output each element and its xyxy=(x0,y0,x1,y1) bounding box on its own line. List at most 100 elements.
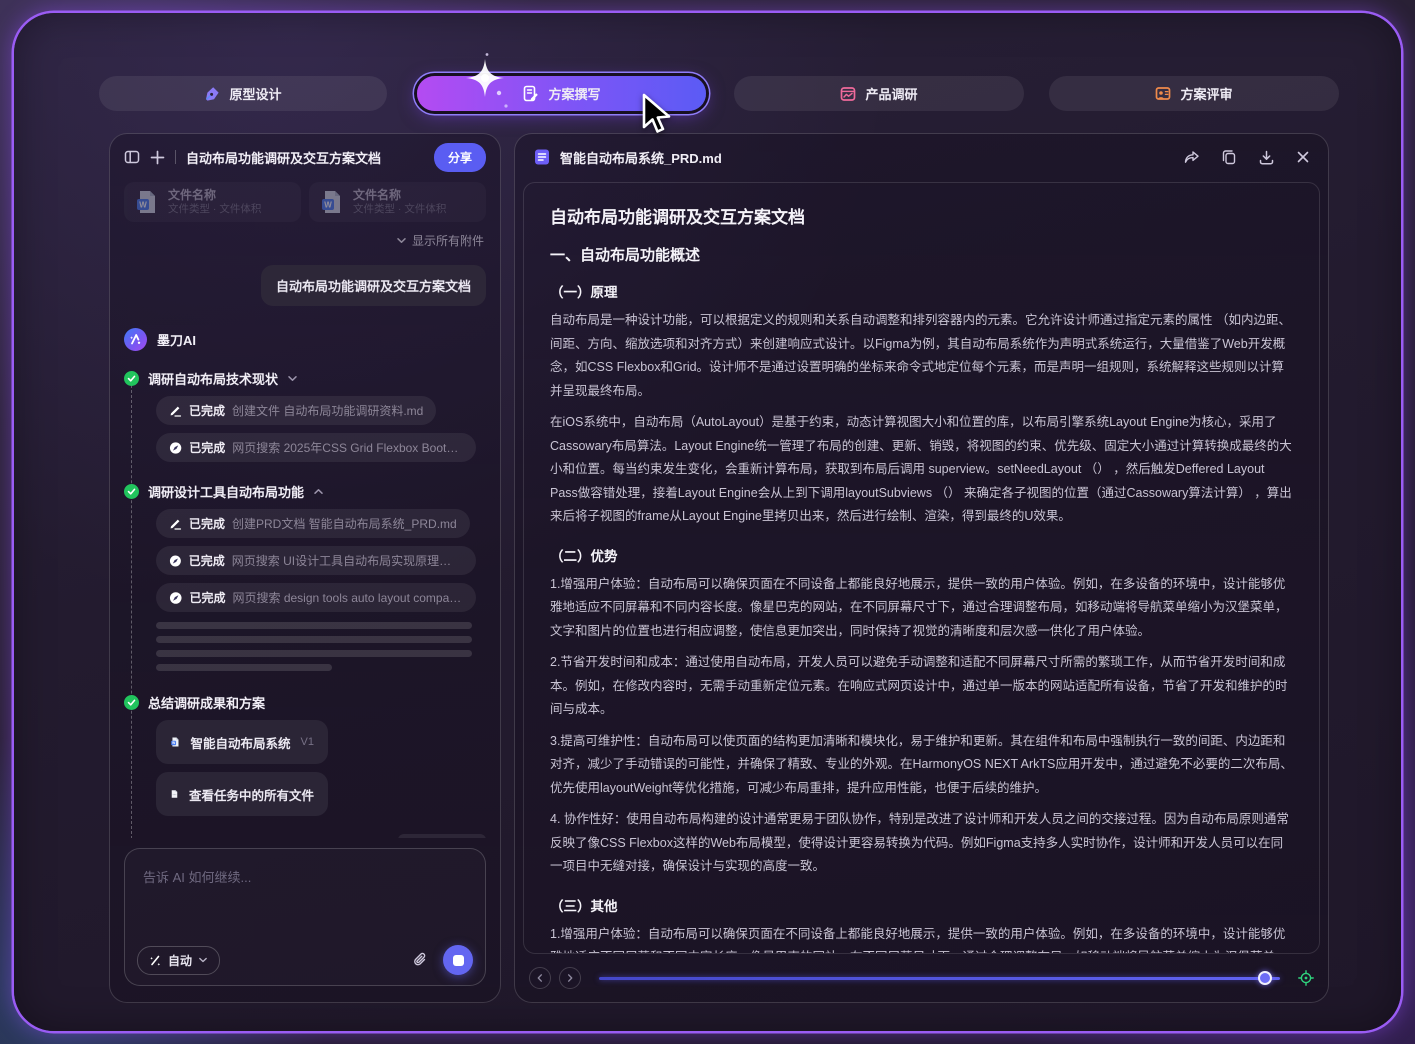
task-text: 创建PRD文档 智能自动布局系统_PRD.md xyxy=(232,517,457,531)
new-chat-icon[interactable] xyxy=(150,150,165,165)
tab-label: 原型设计 xyxy=(229,87,282,102)
tab-plan-review[interactable]: 方案评审 xyxy=(1049,76,1339,111)
task-text: 网页搜索 2025年CSS Grid Flexbox Bootstra... xyxy=(232,441,463,455)
task-group-title: 调研自动布局技术现状 xyxy=(148,372,279,387)
attachment-card[interactable]: W 文件名称 文件类型 · 文件体积 xyxy=(124,182,301,222)
document-panel: 智能自动布局系统_PRD.md 自动布局功能调研及交互方案文档 一、自动布局功能… xyxy=(514,133,1329,1003)
tab-plan-writing[interactable]: 方案撰写 xyxy=(417,76,706,111)
doc-heading-3: （三）其他 xyxy=(550,898,618,914)
word-doc-icon: W xyxy=(171,737,179,747)
task-text: 网页搜索 UI设计工具自动布局实现原理交互模... xyxy=(231,554,463,568)
task-group-header[interactable]: 调研设计工具自动布局功能 xyxy=(124,482,486,501)
header-divider xyxy=(175,150,176,164)
document-footer xyxy=(515,962,1328,1002)
check-circle-icon xyxy=(124,371,139,386)
word-doc-icon: W xyxy=(137,191,155,213)
locate-target-button[interactable] xyxy=(1298,970,1314,986)
modao-ai-avatar xyxy=(124,328,147,351)
share-button[interactable]: 分享 xyxy=(433,142,486,172)
copy-icon xyxy=(1222,150,1236,165)
attachment-card[interactable]: W 文件名称 文件类型 · 文件体积 xyxy=(309,182,486,222)
doc-paragraph: 1.增强用户体验：自动布局可以确保页面在不同设备上都能良好地展示，提供一致的用户… xyxy=(550,576,1288,638)
doc-paragraph: 3.提高可维护性：自动布局可以使页面的结构更加清晰和模块化，易于维护和更新。其在… xyxy=(550,733,1293,795)
task-status: 已完成 xyxy=(189,591,226,605)
paperclip-icon xyxy=(414,952,426,965)
task-group-header[interactable]: 总结调研成果和方案 xyxy=(124,693,486,712)
task-status: 已完成 xyxy=(188,554,225,568)
svg-text:W: W xyxy=(139,201,147,210)
loading-skeleton-bar xyxy=(156,622,472,629)
sidebar-toggle-icon[interactable] xyxy=(124,149,140,165)
tab-product-research[interactable]: 产品调研 xyxy=(734,76,1024,111)
loading-skeleton-bar xyxy=(156,636,472,643)
slider-thumb[interactable] xyxy=(1258,971,1272,985)
slider-track xyxy=(599,976,1280,980)
chevron-down-icon[interactable] xyxy=(287,373,298,384)
prev-page-button[interactable] xyxy=(529,967,551,989)
chat-scroll-area[interactable]: W 文件名称 文件类型 · 文件体积 W 文件名称 文件类型 · 文件体积 显示… xyxy=(110,180,500,838)
stop-icon xyxy=(452,954,464,966)
chevron-down-icon xyxy=(397,238,406,243)
loading-skeleton-bar xyxy=(156,664,332,671)
document-scroll-slider[interactable] xyxy=(599,971,1280,985)
view-all-files-label: 查看任务中的所有文件 xyxy=(188,788,314,803)
close-document-button[interactable] xyxy=(1296,150,1310,164)
check-circle-icon xyxy=(124,695,139,710)
doc-heading-1: 自动布局功能调研及交互方案文档 xyxy=(550,208,805,227)
user-message-bubble: 自动布局功能调研及交互方案文档 xyxy=(260,265,486,306)
task-status: 已完成 xyxy=(189,404,226,418)
composer-input[interactable] xyxy=(137,859,473,945)
ai-generated-badge: 内容由 AI 生成 xyxy=(398,834,486,838)
doc-edit-icon xyxy=(524,85,539,102)
result-doc-card[interactable]: W 智能自动布局系统 V1 xyxy=(156,720,328,764)
task-status: 已完成 xyxy=(189,441,226,455)
attachment-row: W 文件名称 文件类型 · 文件体积 W 文件名称 文件类型 · 文件体积 xyxy=(124,182,486,222)
attachment-name: 文件名称 xyxy=(353,188,402,202)
task-item[interactable]: 已完成 网页搜索 2025年CSS Grid Flexbox Bootstra.… xyxy=(156,433,476,462)
view-all-files-card[interactable]: 查看任务中的所有文件 xyxy=(156,772,328,816)
task-item[interactable]: 已完成 网页搜索 design tools auto layout compar… xyxy=(156,583,476,612)
tab-label: 方案评审 xyxy=(1180,87,1233,102)
pencil-icon xyxy=(170,519,182,530)
close-icon xyxy=(1297,151,1309,163)
tab-prototype-design[interactable]: 原型设计 xyxy=(99,76,387,111)
word-doc-icon: W xyxy=(322,191,340,213)
task-item[interactable]: 已完成 创建文件 自动布局功能调研资料.md xyxy=(156,396,437,425)
doc-paragraph: 在iOS系统中，自动布局（AutoLayout）是基于约束，动态计算视图大小和位… xyxy=(550,415,1292,523)
mode-label: 自动 xyxy=(168,953,193,968)
files-icon xyxy=(171,790,178,798)
task-item[interactable]: 已完成 创建PRD文档 智能自动布局系统_PRD.md xyxy=(156,509,470,538)
doc-paragraph: 2.节省开发时间和成本：通过使用自动布局，开发人员可以避免手动调整和适配不同屏幕… xyxy=(550,655,1288,716)
mode-selector[interactable]: 自动 xyxy=(137,945,221,975)
loading-skeleton-bar xyxy=(156,650,472,657)
result-doc-label: 智能自动布局系统 xyxy=(190,736,291,751)
download-document-button[interactable] xyxy=(1258,149,1275,166)
attachment-meta: 文件类型 · 文件体积 xyxy=(168,203,262,215)
stop-generation-button[interactable] xyxy=(443,945,473,975)
app-window: 原型设计 方案撰写 产品调研 方案评审 自动布局功能调研及交互方案文档 分享 W… xyxy=(0,0,1415,1044)
app-frame: 原型设计 方案撰写 产品调研 方案评审 自动布局功能调研及交互方案文档 分享 W… xyxy=(14,13,1401,1031)
next-page-button[interactable] xyxy=(559,967,581,989)
task-item[interactable]: 已完成 网页搜索 UI设计工具自动布局实现原理交互模... xyxy=(156,546,476,575)
chat-panel: 自动布局功能调研及交互方案文档 分享 W 文件名称 文件类型 · 文件体积 W xyxy=(109,133,501,1003)
doc-heading-2: 一、自动布局功能概述 xyxy=(550,247,701,264)
browser-chart-icon xyxy=(841,86,856,101)
web-search-icon xyxy=(169,591,182,604)
chevron-right-icon xyxy=(567,974,573,982)
pencil-icon xyxy=(170,406,182,417)
share-document-button[interactable] xyxy=(1183,149,1200,166)
document-title: 智能自动布局系统_PRD.md xyxy=(560,150,722,166)
doc-paragraph: 4. 协作性好：使用自动布局构建的设计通常更易于团队协作，特别是改进了设计师和开… xyxy=(550,812,1289,873)
document-content[interactable]: 自动布局功能调研及交互方案文档 一、自动布局功能概述 （一）原理 自动布局是一种… xyxy=(523,182,1320,954)
attach-file-button[interactable] xyxy=(412,952,429,969)
version-badge: V1 xyxy=(300,736,314,748)
chevron-up-icon[interactable] xyxy=(313,486,324,497)
check-circle-icon xyxy=(124,484,139,499)
timeline-connector xyxy=(131,385,132,838)
markdown-doc-icon xyxy=(535,149,549,165)
attachment-meta: 文件类型 · 文件体积 xyxy=(353,203,447,215)
copy-document-button[interactable] xyxy=(1221,149,1237,165)
task-text: 网页搜索 design tools auto layout comparis..… xyxy=(232,591,464,605)
show-all-attachments-toggle[interactable]: 显示所有附件 xyxy=(124,232,484,249)
task-group-header[interactable]: 调研自动布局技术现状 xyxy=(124,369,486,388)
